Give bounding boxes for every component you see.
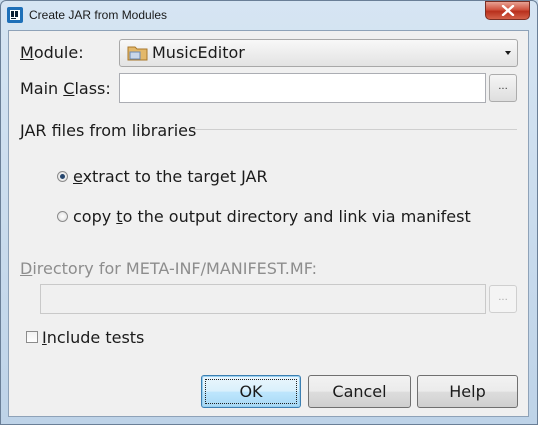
cancel-button[interactable]: Cancel [308,375,411,408]
ok-button[interactable]: OK [201,375,301,408]
window-title: Create JAR from Modules [29,8,168,22]
copy-label[interactable]: copy to the output directory and link vi… [73,207,471,226]
libraries-separator [193,129,517,130]
title-bar: Create JAR from Modules [0,0,538,30]
intellij-icon [7,7,23,23]
manifest-browse-button[interactable]: ... [489,285,517,313]
module-label: Module: [20,43,84,62]
module-value: MusicEditor [152,43,245,62]
manifest-directory-input[interactable] [40,284,486,314]
focus-ring [205,379,297,404]
close-icon [501,5,515,16]
extract-radio[interactable] [57,171,68,182]
dialog-content: Module: MusicEditor Main Class: ... JAR … [8,30,529,417]
include-tests-label[interactable]: Include tests [42,328,144,347]
libraries-heading: JAR files from libraries [20,121,197,140]
close-button[interactable] [485,1,530,20]
manifest-directory-label: Directory for META-INF/MANIFEST.MF: [20,259,318,278]
module-select[interactable]: MusicEditor [119,39,518,67]
include-tests-checkbox[interactable] [26,331,38,343]
chevron-down-icon [505,51,511,55]
main-class-input[interactable] [119,73,486,103]
copy-radio[interactable] [57,211,68,222]
module-folder-icon [127,46,148,61]
extract-label[interactable]: extract to the target JAR [73,167,268,186]
main-class-browse-button[interactable]: ... [489,74,517,102]
main-class-label: Main Class: [20,79,111,98]
help-button[interactable]: Help [417,375,518,408]
